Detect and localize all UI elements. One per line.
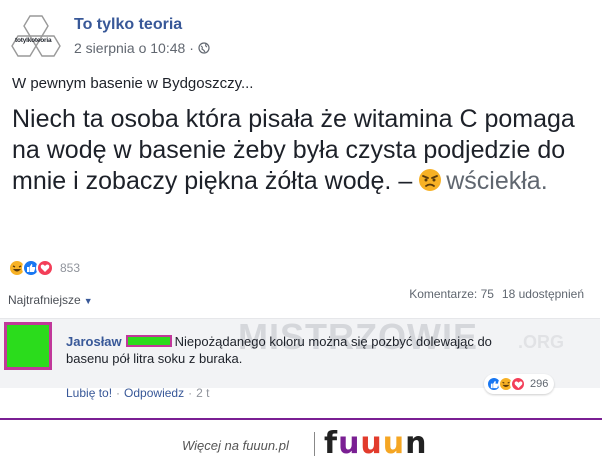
comment-avatar[interactable] bbox=[4, 322, 52, 370]
comments-count-link[interactable]: Komentarze: 75 bbox=[409, 287, 494, 301]
censored-surname bbox=[125, 335, 172, 347]
shares-count-link[interactable]: 18 udostępnień bbox=[502, 287, 584, 301]
post-reactions[interactable]: 853 bbox=[8, 258, 80, 278]
logo-letter: f bbox=[324, 426, 339, 461]
comment-reply-link[interactable]: Odpowiedz bbox=[124, 386, 184, 400]
post-meta: 2 sierpnia o 10:48 · bbox=[74, 40, 210, 56]
comment-actions: Lubię to! · Odpowiedz · 2 t bbox=[66, 386, 209, 400]
page-avatar[interactable]: totylkoteoria bbox=[8, 12, 62, 66]
love-reaction-icon bbox=[510, 376, 526, 392]
reaction-count[interactable]: 853 bbox=[60, 261, 80, 275]
avatar-logo-text: totylkoteoria bbox=[15, 37, 52, 44]
comment-sort-dropdown[interactable]: Najtrafniejsze ▼ bbox=[8, 293, 93, 307]
post-stats: Komentarze: 75 18 udostępnień bbox=[409, 287, 584, 301]
logo-letter: u bbox=[360, 426, 383, 461]
fuuun-logo[interactable]: f u u u n bbox=[324, 426, 428, 461]
globe-icon[interactable] bbox=[198, 42, 210, 54]
sort-label: Najtrafniejsze bbox=[8, 293, 81, 307]
post-header: totylkoteoria To tylko teoria 2 sierpnia… bbox=[8, 8, 408, 60]
site-footer: Więcej na fuuun.pl f u u u n bbox=[0, 420, 602, 465]
action-separator: · bbox=[188, 386, 193, 400]
comment-reaction-count: 296 bbox=[530, 378, 549, 390]
post-main-text: Niech ta osoba która pisała że witamina … bbox=[12, 104, 592, 197]
caret-down-icon: ▼ bbox=[83, 296, 93, 306]
comment-reactions[interactable]: 296 bbox=[484, 374, 555, 394]
page-name-link[interactable]: To tylko teoria bbox=[74, 16, 182, 34]
footer-tagline[interactable]: Więcej na fuuun.pl bbox=[182, 438, 289, 453]
comment-like-link[interactable]: Lubię to! bbox=[66, 386, 112, 400]
logo-letter: u bbox=[382, 426, 406, 461]
love-reaction-icon bbox=[36, 259, 54, 277]
feeling-label: wściekła. bbox=[446, 167, 548, 195]
comment-time[interactable]: 2 t bbox=[196, 386, 209, 400]
post-intro-text: W pewnym basenie w Bydgoszczy... bbox=[12, 75, 254, 92]
comment-author-link[interactable]: Jarosław bbox=[66, 334, 122, 349]
footer-vertical-divider bbox=[314, 432, 315, 456]
angry-emoji-icon bbox=[419, 169, 442, 191]
post-date[interactable]: 2 sierpnia o 10:48 · bbox=[74, 40, 194, 56]
comment-body: Jarosław Niepożądanego koloru można się p… bbox=[66, 333, 536, 367]
logo-letter: u bbox=[338, 426, 361, 461]
logo-letter: n bbox=[405, 426, 428, 461]
action-separator: · bbox=[116, 386, 121, 400]
